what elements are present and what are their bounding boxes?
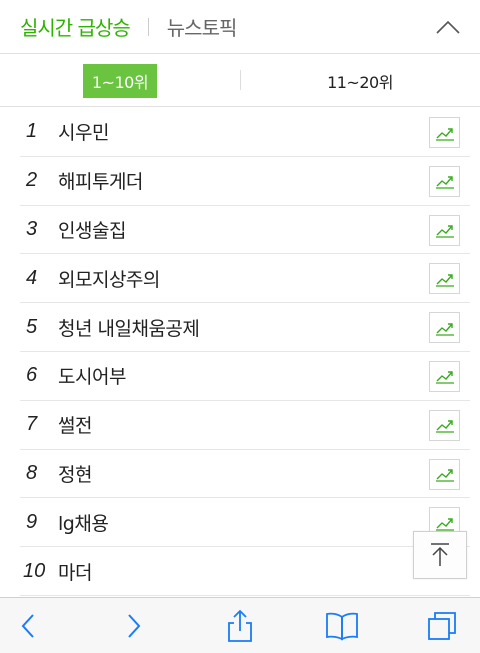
list-item[interactable]: 8 정현 <box>20 450 470 499</box>
range-tab-1-10[interactable]: 1~10위 <box>0 54 240 107</box>
tabs-icon[interactable] <box>422 608 462 644</box>
list-item[interactable]: 5 청년 내일채움공제 <box>20 303 470 352</box>
share-icon[interactable] <box>220 608 260 644</box>
list-item[interactable]: 9 lg채용 <box>20 498 470 548</box>
page: 실시간 급상승 뉴스토픽 1~10위 11~20위 1 시우민 2 해피투게더 <box>0 0 480 653</box>
list-item[interactable]: 1 시우민 <box>20 108 470 157</box>
rank-number: 3 <box>26 217 38 240</box>
range-tab-label: 1~10위 <box>82 63 158 98</box>
trend-chart-icon[interactable] <box>429 312 460 344</box>
trend-chart-icon[interactable] <box>429 117 460 148</box>
bookmarks-icon[interactable] <box>322 608 362 644</box>
tab-news-topic[interactable]: 뉴스토픽 <box>167 12 238 41</box>
keyword-link[interactable]: 마더 <box>58 558 92 585</box>
rank-number: 7 <box>26 413 38 436</box>
list-item[interactable]: 6 도시어부 <box>20 352 470 401</box>
header-divider <box>147 17 149 36</box>
list-item[interactable]: 10 마더 <box>20 547 470 596</box>
tab-realtime-rising[interactable]: 실시간 급상승 <box>20 12 131 41</box>
keyword-link[interactable]: 청년 내일채움공제 <box>58 314 200 341</box>
rank-number: 4 <box>26 266 38 289</box>
keyword-link[interactable]: 정현 <box>58 460 92 487</box>
rank-number: 9 <box>26 510 38 533</box>
rank-number: 1 <box>26 120 38 143</box>
keyword-link[interactable]: 썰전 <box>58 411 92 438</box>
trend-chart-icon[interactable] <box>429 165 460 197</box>
range-tab-11-20[interactable]: 11~20위 <box>240 54 480 107</box>
rank-number: 5 <box>26 315 38 338</box>
trend-chart-icon[interactable] <box>429 214 460 246</box>
trend-chart-icon[interactable] <box>429 360 460 392</box>
keyword-link[interactable]: 인생술집 <box>58 216 126 243</box>
rank-number: 6 <box>26 364 38 387</box>
range-tab-label: 11~20위 <box>327 72 393 92</box>
chevron-right-icon[interactable] <box>114 608 154 644</box>
range-tabs: 1~10위 11~20위 <box>0 54 480 107</box>
list-item[interactable]: 4 외모지상주의 <box>20 254 470 304</box>
keyword-link[interactable]: 해피투게더 <box>58 167 143 194</box>
list-item[interactable]: 3 인생술집 <box>20 206 470 255</box>
rank-number: 8 <box>26 461 38 484</box>
keyword-link[interactable]: lg채용 <box>58 509 109 536</box>
rank-number: 2 <box>26 169 38 192</box>
trend-chart-icon[interactable] <box>429 263 460 295</box>
list-item[interactable]: 7 썰전 <box>20 401 470 450</box>
keyword-link[interactable]: 외모지상주의 <box>58 265 160 292</box>
trend-chart-icon[interactable] <box>429 458 460 490</box>
rank-number: 10 <box>23 559 46 582</box>
keyword-link[interactable]: 도시어부 <box>58 362 126 389</box>
keyword-link[interactable]: 시우민 <box>58 118 109 145</box>
header: 실시간 급상승 뉴스토픽 <box>0 0 480 54</box>
arrow-up-to-top-icon[interactable] <box>413 531 467 579</box>
chevron-up-icon[interactable] <box>434 14 462 40</box>
ranking-list: 1 시우민 2 해피투게더 3 인생술집 4 외모지상주의 5 청년 내일채움공… <box>0 108 480 596</box>
trend-chart-icon[interactable] <box>429 409 460 441</box>
list-item[interactable]: 2 해피투게더 <box>20 157 470 206</box>
browser-toolbar <box>0 597 480 653</box>
chevron-left-icon[interactable] <box>8 608 48 644</box>
